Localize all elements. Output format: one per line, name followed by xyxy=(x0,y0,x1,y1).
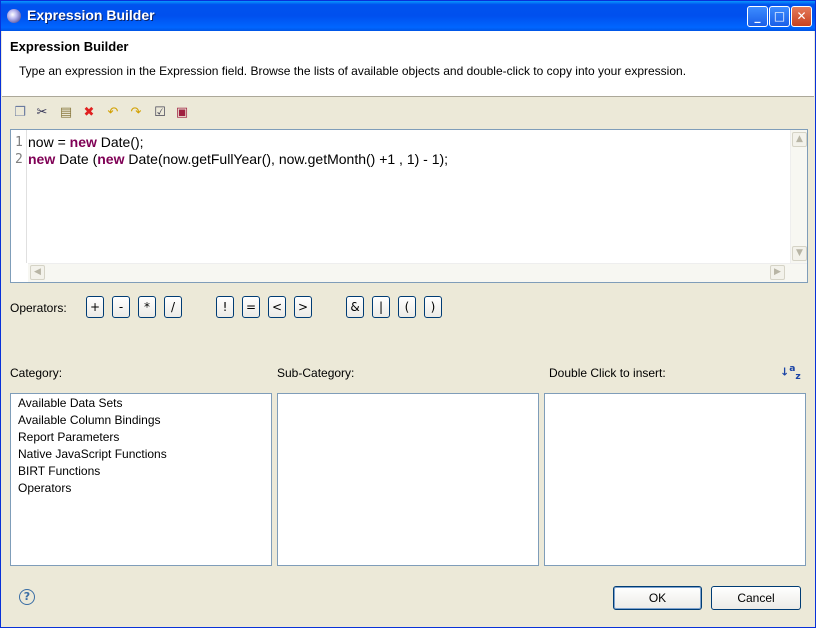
scroll-left-arrow-icon[interactable]: ◀ xyxy=(30,265,45,280)
insert-list[interactable] xyxy=(544,393,806,566)
line-number: 1 xyxy=(15,135,23,150)
ok-button[interactable]: OK xyxy=(613,586,702,610)
code-line[interactable]: new Date (new Date(now.getFullYear(), no… xyxy=(28,151,448,167)
cut-icon[interactable]: ✂ xyxy=(34,105,50,121)
code-token: Date(now.getFullYear(), now.getMonth() +… xyxy=(124,151,449,167)
operator-less-than-button[interactable]: < xyxy=(268,296,286,318)
code-token: now = xyxy=(28,134,70,150)
operator-and-button[interactable]: & xyxy=(346,296,364,318)
category-item[interactable]: Available Column Bindings xyxy=(18,413,161,427)
operator-greater-than-button[interactable]: > xyxy=(294,296,312,318)
header-description: Type an expression in the Expression fie… xyxy=(19,64,687,78)
keyword-token: new xyxy=(97,151,125,167)
delete-icon[interactable]: ✖ xyxy=(81,105,97,121)
category-item[interactable]: Operators xyxy=(18,481,71,495)
subcategory-list[interactable] xyxy=(277,393,539,566)
title-bar[interactable]: Expression Builder _ □ ✕ xyxy=(1,1,815,31)
validate-icon[interactable]: ☑ xyxy=(152,105,168,121)
code-token: Date ( xyxy=(55,151,98,167)
eclipse-app-icon xyxy=(7,9,21,23)
copy-icon[interactable]: ❐ xyxy=(12,105,28,121)
maximize-button[interactable]: □ xyxy=(769,6,790,27)
undo-icon[interactable]: ↶ xyxy=(105,105,121,121)
keyword-token: new xyxy=(28,151,56,167)
operator-open-paren-button[interactable]: ( xyxy=(398,296,416,318)
expression-builder-window: Expression Builder _ □ ✕ Expression Buil… xyxy=(0,0,816,628)
redo-icon[interactable]: ↷ xyxy=(128,105,144,121)
sort-az-icon[interactable]: ↓az xyxy=(780,363,801,383)
operator-multiply-button[interactable]: * xyxy=(138,296,156,318)
subcategory-label: Sub-Category: xyxy=(277,366,355,380)
scroll-down-arrow-icon[interactable]: ▼ xyxy=(792,246,807,261)
operator-plus-button[interactable]: + xyxy=(86,296,104,318)
scroll-right-arrow-icon[interactable]: ▶ xyxy=(770,265,785,280)
minimize-button[interactable]: _ xyxy=(747,6,768,27)
expression-editor[interactable]: 1 2 now = new Date(); new Date (new Date… xyxy=(10,129,808,283)
cancel-button[interactable]: Cancel xyxy=(711,586,801,610)
help-icon[interactable]: ? xyxy=(19,589,35,605)
code-line[interactable]: now = new Date(); xyxy=(28,134,144,150)
operator-divide-button[interactable]: / xyxy=(164,296,182,318)
dialog-header: Expression Builder Type an expression in… xyxy=(2,31,814,97)
category-item[interactable]: Report Parameters xyxy=(18,430,119,444)
operator-close-paren-button[interactable]: ) xyxy=(424,296,442,318)
close-button[interactable]: ✕ xyxy=(791,6,812,27)
category-item[interactable]: BIRT Functions xyxy=(18,464,100,478)
keyword-token: new xyxy=(69,134,97,150)
operator-minus-button[interactable]: - xyxy=(112,296,130,318)
category-label: Category: xyxy=(10,366,63,380)
line-number: 2 xyxy=(15,152,23,167)
category-list[interactable]: Available Data Sets Available Column Bin… xyxy=(10,393,272,566)
category-item[interactable]: Native JavaScript Functions xyxy=(18,447,167,461)
code-token: Date(); xyxy=(96,134,144,150)
scroll-up-arrow-icon[interactable]: ▲ xyxy=(792,132,807,147)
header-title: Expression Builder xyxy=(10,39,129,54)
preview-icon[interactable]: ▣ xyxy=(174,105,190,121)
operators-label: Operators: xyxy=(10,301,67,315)
paste-icon[interactable]: ▤ xyxy=(58,105,74,121)
line-number-gutter: 1 2 xyxy=(11,130,27,263)
vertical-scrollbar[interactable]: ▲ ▼ xyxy=(790,130,807,263)
insert-label: Double Click to insert: xyxy=(549,366,666,380)
operator-not-button[interactable]: ! xyxy=(216,296,234,318)
category-item[interactable]: Available Data Sets xyxy=(18,396,123,410)
operator-or-button[interactable]: | xyxy=(372,296,390,318)
window-title: Expression Builder xyxy=(27,7,155,23)
operator-equals-button[interactable]: = xyxy=(242,296,260,318)
horizontal-scrollbar[interactable]: ◀ ▶ xyxy=(28,263,807,282)
